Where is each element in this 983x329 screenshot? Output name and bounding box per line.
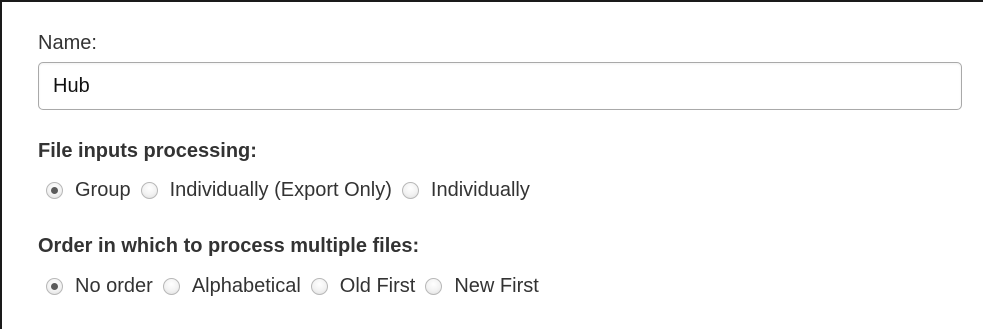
- radio-button-group[interactable]: [46, 182, 63, 199]
- radio-option-individually[interactable]: Individually: [401, 179, 530, 202]
- processing-order-radio-group: No order Alphabetical Old First New Firs…: [46, 275, 549, 298]
- radio-label-new-first: New First: [454, 275, 539, 297]
- radio-label-old-first: Old First: [339, 275, 416, 297]
- radio-button-individually-export-only[interactable]: [140, 182, 158, 199]
- radio-button-new-first[interactable]: [425, 278, 443, 295]
- file-inputs-processing-title: File inputs processing:: [38, 140, 257, 162]
- radio-option-new-first[interactable]: New First: [425, 275, 539, 298]
- radio-button-old-first[interactable]: [310, 278, 328, 295]
- radio-label-individually: Individually: [430, 179, 530, 201]
- radio-button-no-order[interactable]: [46, 278, 63, 295]
- radio-option-group[interactable]: Group: [46, 179, 131, 202]
- radio-button-individually[interactable]: [401, 182, 419, 199]
- radio-label-no-order: No order: [75, 275, 153, 297]
- settings-panel: Name: File inputs processing: Group Indi…: [0, 0, 983, 329]
- radio-button-alphabetical[interactable]: [162, 278, 180, 295]
- radio-option-no-order[interactable]: No order: [46, 275, 153, 298]
- name-label: Name:: [38, 32, 97, 54]
- radio-option-alphabetical[interactable]: Alphabetical: [162, 275, 301, 298]
- file-inputs-processing-radio-group: Group Individually (Export Only) Individ…: [46, 179, 540, 202]
- processing-order-title: Order in which to process multiple files…: [38, 235, 420, 257]
- radio-label-individually-export-only: Individually (Export Only): [169, 179, 392, 201]
- radio-option-old-first[interactable]: Old First: [310, 275, 416, 298]
- name-input[interactable]: [38, 62, 962, 110]
- radio-label-group: Group: [75, 179, 131, 201]
- radio-option-individually-export-only[interactable]: Individually (Export Only): [140, 179, 392, 202]
- radio-label-alphabetical: Alphabetical: [191, 275, 301, 297]
